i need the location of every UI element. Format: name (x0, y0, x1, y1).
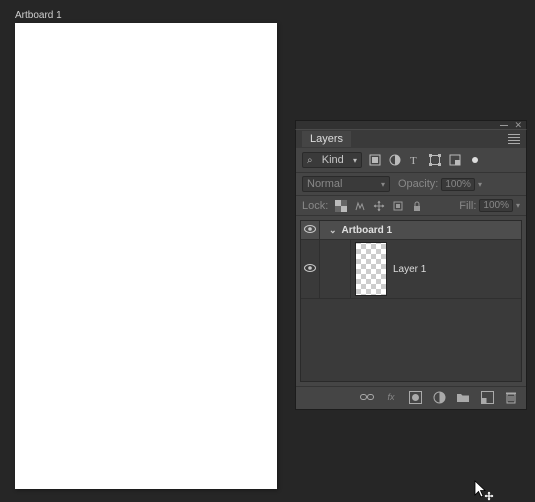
layer-effects-icon[interactable]: fx (384, 390, 398, 404)
link-layers-icon[interactable] (360, 390, 374, 404)
lock-label: Lock: (302, 200, 328, 212)
chevron-down-icon: ▾ (353, 156, 357, 165)
search-icon: ⌕ (307, 155, 313, 166)
panel-header: Layers (295, 129, 527, 148)
opacity-value[interactable]: 100% (441, 178, 475, 191)
filter-type-icon[interactable]: T (408, 153, 422, 167)
filter-toggle-dot[interactable] (468, 153, 482, 167)
svg-text:T: T (410, 155, 417, 166)
visibility-eye-icon[interactable] (304, 263, 316, 276)
lock-position-icon[interactable] (372, 199, 385, 212)
blend-mode-select[interactable]: Normal ▾ (302, 176, 390, 192)
filter-kind-label: Kind (322, 154, 344, 166)
filter-kind-select[interactable]: ⌕ Kind ▾ (302, 152, 362, 168)
new-group-icon[interactable] (456, 390, 470, 404)
close-icon[interactable]: ✕ (514, 121, 522, 130)
minimize-icon[interactable] (500, 125, 508, 126)
opacity-label: Opacity: (398, 178, 438, 190)
canvas-area: Artboard 1 (15, 10, 277, 489)
layers-panel: ✕ Layers ⌕ Kind ▾ T (295, 120, 527, 410)
chevron-down-icon[interactable]: ▾ (516, 201, 520, 210)
lock-transparency-icon[interactable] (334, 199, 347, 212)
filter-pixel-icon[interactable] (368, 153, 382, 167)
fill-value[interactable]: 100% (479, 199, 513, 212)
panel-topbar[interactable]: ✕ (295, 120, 527, 129)
artboard-name[interactable]: Artboard 1 (340, 225, 393, 236)
artboard-row[interactable]: ⌄ Artboard 1 (301, 221, 521, 240)
filter-row: ⌕ Kind ▾ T (296, 148, 526, 173)
lock-all-icon[interactable] (410, 199, 423, 212)
fill-label: Fill: (459, 200, 476, 212)
visibility-eye-icon[interactable] (304, 224, 316, 237)
filter-adjustment-icon[interactable] (388, 153, 402, 167)
artboard-label[interactable]: Artboard 1 (15, 10, 277, 21)
add-mask-icon[interactable] (408, 390, 422, 404)
layer-name[interactable]: Layer 1 (393, 264, 426, 275)
chevron-down-icon[interactable]: ▾ (478, 180, 482, 189)
new-layer-icon[interactable] (480, 390, 494, 404)
panel-title[interactable]: Layers (302, 131, 351, 147)
panel-footer: fx (296, 386, 526, 407)
panel-menu-icon[interactable] (508, 134, 520, 144)
chevron-down-icon[interactable]: ⌄ (326, 225, 340, 236)
blend-row: Normal ▾ Opacity: 100% ▾ (296, 173, 526, 196)
chevron-down-icon: ▾ (381, 180, 385, 189)
layer-row[interactable]: Layer 1 (301, 240, 521, 299)
layers-tree: ⌄ Artboard 1 Layer 1 (300, 220, 522, 382)
blend-mode-value: Normal (307, 178, 342, 190)
filter-shape-icon[interactable] (428, 153, 442, 167)
lock-row: Lock: Fill: 100% ▾ (296, 196, 526, 216)
move-cursor-icon (474, 480, 494, 502)
artboard[interactable] (15, 23, 277, 489)
delete-layer-icon[interactable] (504, 390, 518, 404)
filter-smartobject-icon[interactable] (448, 153, 462, 167)
lock-image-icon[interactable] (353, 199, 366, 212)
new-adjustment-icon[interactable] (432, 390, 446, 404)
layer-thumbnail[interactable] (355, 242, 387, 296)
lock-artboard-icon[interactable] (391, 199, 404, 212)
